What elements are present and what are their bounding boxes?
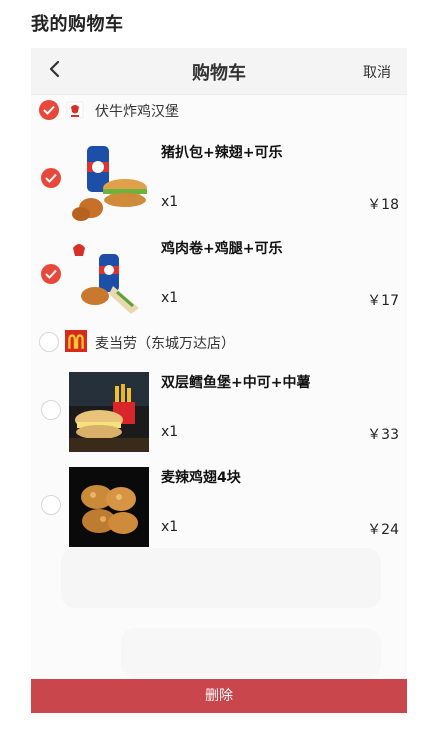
store-name[interactable]: 麦当劳（东城万达店） xyxy=(95,333,235,353)
mcdonalds-logo-icon xyxy=(65,330,87,352)
check-icon xyxy=(45,269,57,279)
item-image[interactable] xyxy=(69,238,149,318)
check-icon xyxy=(43,105,55,115)
cancel-button[interactable]: 取消 xyxy=(363,62,391,82)
item-name[interactable]: 猪扒包+辣翅+可乐 xyxy=(161,142,282,162)
item-checkbox[interactable] xyxy=(41,264,61,284)
store-logo-icon xyxy=(66,101,84,119)
cart-screen: 购物车 取消 伏牛炸鸡汉堡 猪扒包+辣翅+可乐 x1 ￥18 鸡肉卷+鸡腿+可乐… xyxy=(31,48,407,714)
nav-title: 购物车 xyxy=(192,63,246,84)
item-quantity: x1 xyxy=(161,194,179,210)
item-image[interactable] xyxy=(69,142,149,222)
item-price: ￥17 xyxy=(367,293,399,309)
item-price: ￥24 xyxy=(367,522,399,538)
item-quantity: x1 xyxy=(161,519,179,535)
page-title: 我的购物车 xyxy=(31,14,124,35)
item-name[interactable]: 双层鳕鱼堡+中可+中薯 xyxy=(161,372,310,392)
cart-item: 双层鳕鱼堡+中可+中薯 x1 ￥33 xyxy=(31,366,407,458)
item-price: ￥33 xyxy=(367,427,399,443)
check-icon xyxy=(45,173,57,183)
store-header-mcdonalds: 麦当劳（东城万达店） xyxy=(31,325,407,359)
item-checkbox[interactable] xyxy=(41,495,61,515)
item-quantity: x1 xyxy=(161,290,179,306)
item-checkbox[interactable] xyxy=(41,168,61,188)
cart-item: 猪扒包+辣翅+可乐 x1 ￥18 xyxy=(31,136,407,228)
store-header-funiu: 伏牛炸鸡汉堡 xyxy=(31,93,407,127)
item-checkbox[interactable] xyxy=(41,400,61,420)
store-checkbox[interactable] xyxy=(39,332,59,352)
item-image[interactable] xyxy=(69,372,149,452)
nav-bar: 购物车 取消 xyxy=(31,48,407,95)
store-checkbox[interactable] xyxy=(39,100,59,120)
item-price: ￥18 xyxy=(367,197,399,213)
store-name[interactable]: 伏牛炸鸡汉堡 xyxy=(95,101,179,121)
cart-item: 麦辣鸡翅4块 x1 ￥24 xyxy=(31,461,407,553)
item-image[interactable] xyxy=(69,467,149,547)
item-quantity: x1 xyxy=(161,424,179,440)
item-name[interactable]: 麦辣鸡翅4块 xyxy=(161,467,241,487)
item-name[interactable]: 鸡肉卷+鸡腿+可乐 xyxy=(161,238,282,258)
cart-item: 鸡肉卷+鸡腿+可乐 x1 ￥17 xyxy=(31,232,407,324)
background-decoration xyxy=(121,628,381,678)
background-decoration xyxy=(61,548,381,608)
delete-button[interactable]: 删除 xyxy=(31,679,407,713)
